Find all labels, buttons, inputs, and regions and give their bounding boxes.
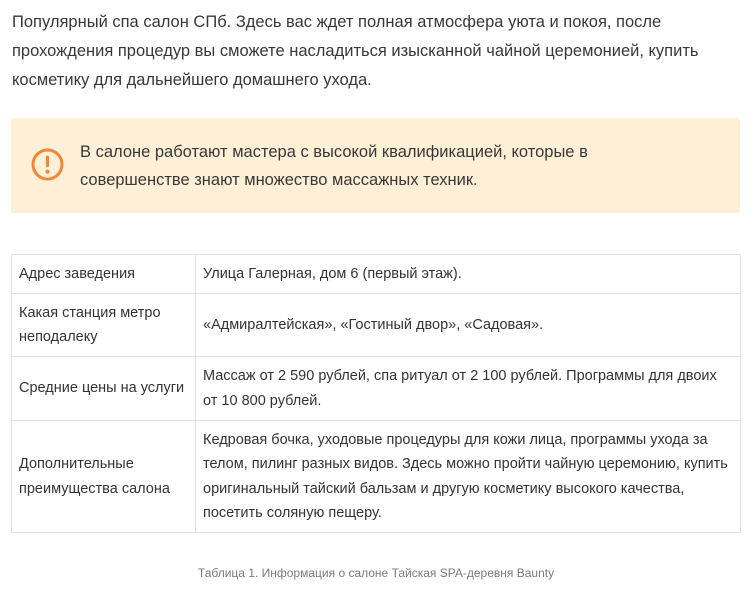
table-row: Какая станция метро неподалеку «Адмиралт… — [11, 293, 741, 357]
table-cell-label: Дополнительные преимущества салона — [11, 420, 196, 533]
table-row: Адрес заведения Улица Галерная, дом 6 (п… — [11, 254, 741, 294]
table-cell-value: Кедровая бочка, уходовые процедуры для к… — [195, 420, 741, 533]
table-row: Дополнительные преимущества салона Кедро… — [11, 420, 741, 533]
exclamation-circle-icon — [31, 148, 64, 181]
table-cell-label: Адрес заведения — [11, 254, 196, 294]
table-cell-value: Улица Галерная, дом 6 (первый этаж). — [195, 254, 741, 294]
table-cell-label: Средние цены на услуги — [11, 356, 196, 421]
info-table: Адрес заведения Улица Галерная, дом 6 (п… — [11, 254, 741, 533]
table-row: Средние цены на услуги Массаж от 2 590 р… — [11, 356, 741, 421]
table-cell-value: Массаж от 2 590 рублей, спа ритуал от 2 … — [195, 356, 741, 421]
notice-box: В салоне работают мастера с высокой квал… — [11, 118, 740, 213]
table-cell-value: «Адмиралтейская», «Гостиный двор», «Садо… — [195, 293, 741, 357]
table-cell-label: Какая станция метро неподалеку — [11, 293, 196, 357]
table-caption: Таблица 1. Информация о салоне Тайская S… — [197, 566, 555, 580]
intro-paragraph: Популярный спа салон СПб. Здесь вас ждет… — [12, 13, 699, 89]
notice-text: В салоне работают мастера с высокой квал… — [80, 143, 588, 189]
